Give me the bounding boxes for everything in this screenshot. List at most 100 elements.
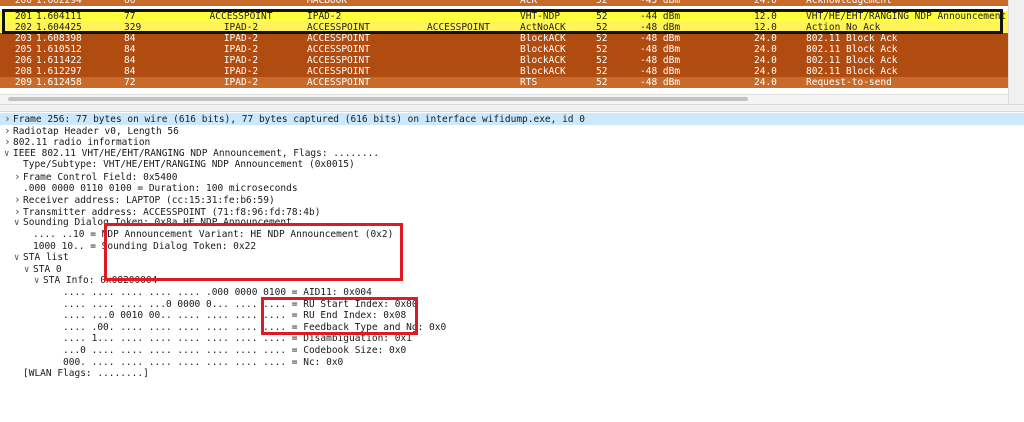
packet-dst-cell: ACCESSPOINT <box>307 77 370 88</box>
packet-dst-cell: MACBOOK <box>307 0 348 6</box>
packet-info-cell: 802.11 Block Ack <box>806 33 898 44</box>
packet-info-cell: 802.11 Block Ack <box>806 66 898 77</box>
packet-info-cell: 802.11 Block Ack <box>806 44 898 55</box>
packet-signal-cell: -48 dBm <box>640 77 681 88</box>
detail-tree-item[interactable]: ...0 .... .... .... .... .... .... .... … <box>0 345 1024 357</box>
packet-info-cell: Request-to-send <box>806 77 892 88</box>
packet-rssi-cell: 52 <box>596 0 608 6</box>
detail-tree-text: 000. .... .... .... .... .... .... .... … <box>63 356 344 368</box>
packet-type-cell: BlockACK <box>520 55 566 66</box>
packet-no-cell: 203 <box>14 33 32 44</box>
detail-tree-text: Frame Control Field: 0x5400 <box>23 172 178 183</box>
packet-type-cell: BlockACK <box>520 66 566 77</box>
packet-time-cell: 1.612297 <box>36 66 82 77</box>
packet-time-cell: 1.610512 <box>36 44 82 55</box>
detail-tree-item[interactable]: ∨ IEEE 802.11 VHT/HE/EHT/RANGING NDP Anno… <box>0 148 1024 160</box>
annotation-box-sounding-token <box>104 223 403 281</box>
packet-no-cell: 209 <box>14 77 32 88</box>
detail-tree-item[interactable]: .... 1... .... .... .... .... .... .... … <box>0 333 1024 345</box>
detail-tree-text: STA 0 <box>33 263 62 275</box>
packet-src-cell: IPAD-2 <box>223 77 259 88</box>
horizontal-scrollbar-thumb[interactable] <box>8 97 748 101</box>
detail-tree-item[interactable]: › Frame 256: 77 bytes on wire (616 bits),… <box>0 113 1024 125</box>
packet-row[interactable]: 208 1.612297 84 IPAD-2 ACCESSPOINT BlockACK 52… <box>0 66 1008 77</box>
packet-row[interactable]: 209 1.612458 72 IPAD-2 ACCESSPOINT RTS 52 -48 d… <box>0 77 1008 88</box>
detail-tree-text: Type/Subtype: VHT/HE/EHT/RANGING NDP Ann… <box>23 159 355 171</box>
packet-len-cell: 66 <box>124 0 136 6</box>
detail-tree-item[interactable]: 000. .... .... .... .... .... .... .... … <box>0 357 1024 369</box>
packet-signal-cell: -48 dBm <box>640 66 681 77</box>
detail-tree-text: IEEE 802.11 VHT/HE/EHT/RANGING NDP Annou… <box>13 147 380 159</box>
packet-rssi-cell: 52 <box>596 55 608 66</box>
packet-no-cell: 200 <box>14 0 32 6</box>
packet-len-cell: 84 <box>124 66 136 77</box>
packet-rate-cell: 24.0 <box>754 0 777 6</box>
detail-tree-text: [WLAN Flags: ........] <box>23 368 149 380</box>
detail-tree-item[interactable]: › Frame Control Field: 0x5400 <box>0 171 1024 183</box>
packet-rate-cell: 24.0 <box>754 77 777 88</box>
packet-rssi-cell: 52 <box>596 66 608 77</box>
packet-signal-cell: -45 dBm <box>640 0 681 6</box>
packet-row[interactable]: 203 1.608398 84 IPAD-2 ACCESSPOINT BlockACK 52… <box>0 33 1008 44</box>
detail-tree-item[interactable]: › Receiver address: LAPTOP (cc:15:31:fe:b… <box>0 194 1024 206</box>
detail-tree-item[interactable]: [WLAN Flags: ........] <box>0 368 1024 380</box>
packet-no-cell: 206 <box>14 55 32 66</box>
packet-signal-cell: -48 dBm <box>640 55 681 66</box>
packet-list-vertical-scrollbar[interactable] <box>1008 0 1024 104</box>
detail-tree-item[interactable]: .... .00. .... .... .... .... .... .... … <box>0 322 1024 334</box>
packet-src-cell: IPAD-2 <box>223 55 259 66</box>
detail-tree-text: 802.11 radio information <box>13 137 151 149</box>
annotation-box-ndp-rows <box>2 9 1003 34</box>
detail-tree-item[interactable]: › Radiotap Header v0, Length 56 <box>0 124 1024 136</box>
detail-tree-item[interactable]: .000 0000 0110 0100 = Duration: 100 micr… <box>0 183 1024 195</box>
packet-len-cell: 72 <box>124 77 136 88</box>
packet-time-cell: 1.612458 <box>36 77 82 88</box>
chevron-right-icon[interactable]: › <box>14 171 23 183</box>
detail-tree-item[interactable]: Type/Subtype: VHT/HE/EHT/RANGING NDP Ann… <box>0 159 1024 171</box>
packet-dst-cell: ACCESSPOINT <box>307 66 370 77</box>
detail-tree-item[interactable]: .... .... .... ...0 0000 0... .... .... … <box>0 299 1024 311</box>
packet-rssi-cell: 52 <box>596 33 608 44</box>
packet-row[interactable]: 200 1.602294 66 MACBOOK ACK 52 -45 dBm 24.0 Ackn… <box>0 0 1008 6</box>
detail-tree-text: ...0 .... .... .... .... .... .... .... … <box>63 345 407 356</box>
annotation-box-aid-ru-start <box>261 297 418 335</box>
detail-tree-item[interactable]: › 802.11 radio information <box>0 136 1024 148</box>
detail-tree-item[interactable]: .... .... .... .... .... .000 0000 0100 … <box>0 287 1024 299</box>
packet-info-cell: Acknowledgement <box>806 0 892 6</box>
packet-len-cell: 84 <box>124 44 136 55</box>
packet-src-cell: IPAD-2 <box>223 44 259 55</box>
detail-tree-item[interactable]: › Transmitter address: ACCESSPOINT (71:f8… <box>0 206 1024 218</box>
detail-tree-text: Receiver address: LAPTOP (cc:15:31:fe:b6… <box>23 195 275 207</box>
packet-type-cell: BlockACK <box>520 33 566 44</box>
packet-type-cell: ACK <box>520 0 538 6</box>
packet-row[interactable]: 206 1.611422 84 IPAD-2 ACCESSPOINT BlockACK 52… <box>0 55 1008 66</box>
detail-tree-text: .... 1... .... .... .... .... .... .... … <box>63 333 412 345</box>
chevron-right-icon[interactable]: › <box>4 136 13 148</box>
packet-rate-cell: 24.0 <box>754 33 777 44</box>
packet-signal-cell: -48 dBm <box>640 33 681 44</box>
packet-info-cell: 802.11 Block Ack <box>806 55 898 66</box>
packet-len-cell: 84 <box>124 55 136 66</box>
chevron-right-icon[interactable]: › <box>14 206 23 218</box>
detail-tree-text: .000 0000 0110 0100 = Duration: 100 micr… <box>23 182 298 194</box>
packet-src-cell: IPAD-2 <box>223 33 259 44</box>
packet-no-cell: 205 <box>14 44 32 55</box>
packet-dst-cell: ACCESSPOINT <box>307 55 370 66</box>
packet-dst-cell: ACCESSPOINT <box>307 33 370 44</box>
packet-type-cell: BlockACK <box>520 44 566 55</box>
packet-type-cell: RTS <box>520 77 538 88</box>
packet-rate-cell: 24.0 <box>754 44 777 55</box>
packet-time-cell: 1.602294 <box>36 0 82 6</box>
detail-tree-item[interactable]: .... ...0 0010 00.. .... .... .... .... … <box>0 310 1024 322</box>
pane-splitter[interactable] <box>0 104 1024 112</box>
packet-len-cell: 84 <box>124 33 136 44</box>
chevron-right-icon[interactable]: › <box>4 113 13 125</box>
packet-time-cell: 1.608398 <box>36 33 82 44</box>
packet-row[interactable]: 205 1.610512 84 IPAD-2 ACCESSPOINT BlockACK 52… <box>0 44 1008 55</box>
packet-rate-cell: 24.0 <box>754 55 777 66</box>
packet-list-horizontal-scrollbar[interactable] <box>0 94 1008 104</box>
packet-rssi-cell: 52 <box>596 77 608 88</box>
detail-tree-text: Transmitter address: ACCESSPOINT (71:f8:… <box>23 206 321 218</box>
detail-tree-text: STA list <box>23 252 69 264</box>
packet-rssi-cell: 52 <box>596 44 608 55</box>
